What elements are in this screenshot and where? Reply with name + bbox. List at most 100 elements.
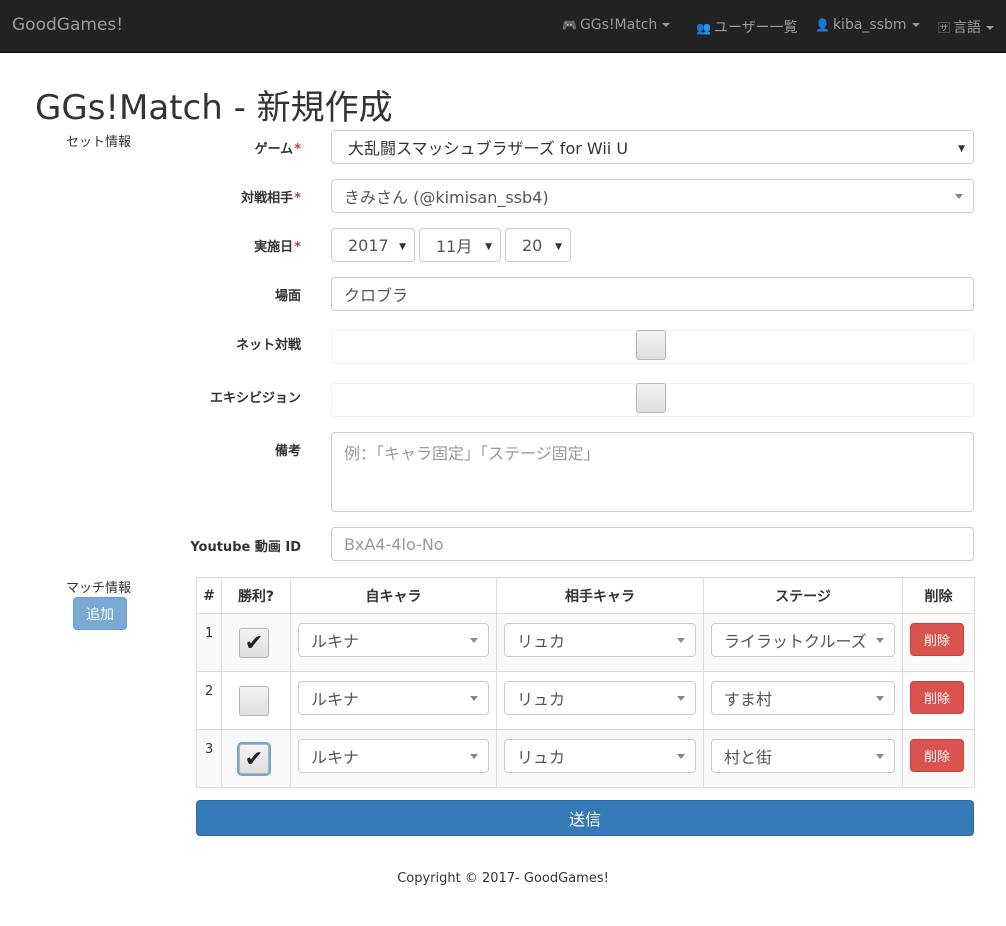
col-stage-header: ステージ <box>703 577 903 614</box>
select-arrow-icon <box>876 696 884 701</box>
won-checkbox[interactable]: ✔ <box>239 628 269 658</box>
user-icon: 👤 <box>815 18 830 32</box>
check-icon: ✔ <box>244 630 264 656</box>
notes-label: 備考 <box>274 444 301 459</box>
my-char-select[interactable]: ルキナ <box>298 623 489 657</box>
nav-language-dropdown[interactable]: 🈂 言語 <box>938 17 995 37</box>
my-char-select[interactable]: ルキナ <box>298 739 489 773</box>
col-my-char-header: 自キャラ <box>290 577 497 614</box>
caret-down-icon <box>911 23 920 27</box>
opp-char-value: リュカ <box>517 690 566 709</box>
gamepad-icon: 🎮 <box>562 18 577 32</box>
row-number: 1 <box>205 626 214 641</box>
page-title: GGs!Match - 新規作成 <box>35 88 393 128</box>
language-icon: 🈂 <box>938 21 951 35</box>
year-select[interactable]: 2017 ▼ <box>331 228 415 262</box>
select-arrow-icon: ▼ <box>958 144 965 154</box>
select-arrow-icon <box>955 194 963 199</box>
month-select[interactable]: 11月 ▼ <box>419 228 501 262</box>
exhibition-label: エキシビジョン <box>209 391 301 406</box>
stage-select[interactable]: 村と街 <box>711 739 895 773</box>
select-arrow-icon: ▼ <box>485 242 492 252</box>
notes-placeholder: 例：「キャラ固定」「ステージ固定」 <box>344 444 600 463</box>
delete-match-button[interactable]: 削除 <box>910 623 964 656</box>
check-icon: ✔ <box>244 746 264 772</box>
nav-user-label: kiba_ssbm <box>832 17 907 33</box>
stage-select[interactable]: すま村 <box>711 681 895 715</box>
delete-match-button[interactable]: 削除 <box>910 681 964 714</box>
my-char-value: ルキナ <box>311 748 360 767</box>
youtube-label: Youtube 動画 ID <box>190 540 301 555</box>
select-arrow-icon <box>677 638 685 643</box>
date-label: 実施日* <box>151 236 301 255</box>
venue-input[interactable]: クロブラ <box>331 277 974 311</box>
my-char-select[interactable]: ルキナ <box>298 681 489 715</box>
nav-ggsmatch-label: GGs!Match <box>579 17 658 33</box>
exhibition-checkbox[interactable] <box>636 383 666 413</box>
select-arrow-icon: ▼ <box>399 242 406 252</box>
game-select-value: 大乱闘スマッシュブラザーズ for Wii U <box>348 139 629 158</box>
table-row: 2 ルキナ リュカ すま村 削除 <box>196 671 975 730</box>
opponent-label: 対戦相手* <box>151 187 301 206</box>
select-arrow-icon <box>677 754 685 759</box>
row-number: 2 <box>205 684 214 699</box>
opp-char-value: リュカ <box>517 748 566 767</box>
users-icon: 👥 <box>696 21 711 35</box>
col-opp-char-header: 相手キャラ <box>496 577 704 614</box>
my-char-value: ルキナ <box>311 690 360 709</box>
notes-textarea[interactable]: 例：「キャラ固定」「ステージ固定」 <box>331 432 974 512</box>
month-select-value: 11月 <box>436 237 473 256</box>
match-table: # 勝利? 自キャラ 相手キャラ ステージ 削除 1 ✔ ルキナ リュカ ライラ… <box>196 577 975 788</box>
col-delete-header: 削除 <box>902 577 975 614</box>
venue-input-value: クロブラ <box>344 286 409 305</box>
set-info-label: セット情報 <box>66 135 132 150</box>
opponent-select[interactable]: きみさん (@kimisan_ssb4) <box>331 179 974 213</box>
opp-char-select[interactable]: リュカ <box>504 623 696 657</box>
col-won-header: 勝利? <box>221 577 291 614</box>
col-number-header: # <box>196 577 222 614</box>
delete-match-button[interactable]: 削除 <box>910 739 964 772</box>
nav-user-list[interactable]: 👥 ユーザー一覧 <box>696 17 798 37</box>
nav-ggsmatch-dropdown[interactable]: 🎮 GGs!Match <box>562 17 671 33</box>
youtube-placeholder: BxA4-4lo-No <box>344 534 444 554</box>
nav-user-list-label: ユーザー一覧 <box>713 20 798 36</box>
select-arrow-icon <box>876 754 884 759</box>
nav-user-dropdown[interactable]: 👤 kiba_ssbm <box>815 17 920 33</box>
table-row: 1 ✔ ルキナ リュカ ライラットクルーズ 削除 <box>196 613 975 672</box>
game-label-text: ゲーム <box>254 142 294 157</box>
game-label: ゲーム* <box>151 138 301 157</box>
youtube-input[interactable]: BxA4-4lo-No <box>331 527 974 561</box>
select-arrow-icon <box>470 754 478 759</box>
table-row: 3 ✔ ルキナ リュカ 村と街 削除 <box>196 729 975 788</box>
caret-down-icon <box>662 23 671 27</box>
stage-value: 村と街 <box>724 748 773 767</box>
submit-button[interactable]: 送信 <box>196 800 974 836</box>
won-checkbox[interactable] <box>239 686 269 716</box>
date-label-text: 実施日 <box>254 240 294 255</box>
opp-char-select[interactable]: リュカ <box>504 681 696 715</box>
required-marker: * <box>294 142 301 157</box>
opp-char-select[interactable]: リュカ <box>504 739 696 773</box>
row-number: 3 <box>205 742 214 757</box>
opponent-label-text: 対戦相手 <box>241 191 294 206</box>
match-info-label: マッチ情報 <box>66 581 132 596</box>
opp-char-value: リュカ <box>517 632 566 651</box>
required-marker: * <box>294 191 301 206</box>
select-arrow-icon <box>470 696 478 701</box>
navbar: GoodGames! 🎮 GGs!Match 👥 ユーザー一覧 👤 kiba_ssbm… <box>0 0 1006 53</box>
brand-link[interactable]: GoodGames! <box>12 15 123 35</box>
required-marker: * <box>294 240 301 255</box>
day-select[interactable]: 20 ▼ <box>505 228 571 262</box>
select-arrow-icon <box>677 696 685 701</box>
online-checkbox[interactable] <box>636 330 666 360</box>
game-select[interactable]: 大乱闘スマッシュブラザーズ for Wii U ▼ <box>331 130 974 164</box>
add-match-button[interactable]: 追加 <box>73 597 127 630</box>
opponent-select-value: きみさん (@kimisan_ssb4) <box>344 188 549 207</box>
stage-value: すま村 <box>724 690 773 709</box>
day-select-value: 20 <box>522 235 543 255</box>
select-arrow-icon <box>876 638 884 643</box>
won-checkbox[interactable]: ✔ <box>239 744 269 774</box>
stage-select[interactable]: ライラットクルーズ <box>711 623 895 657</box>
my-char-value: ルキナ <box>311 632 360 651</box>
select-arrow-icon <box>470 638 478 643</box>
